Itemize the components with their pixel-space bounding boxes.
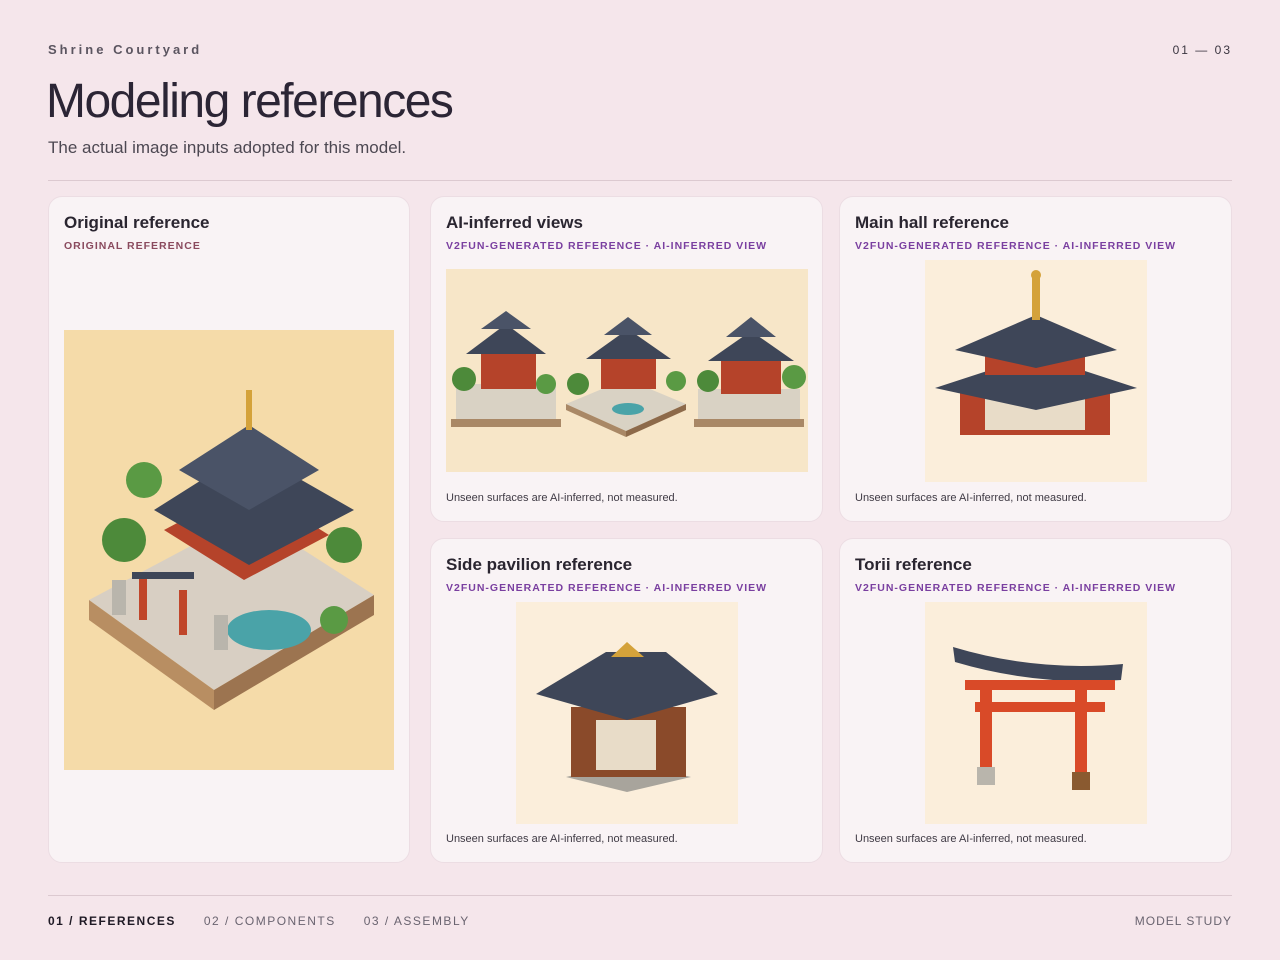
card-tag: ORIGINAL REFERENCE (64, 240, 201, 252)
card-title: Side pavilion reference (446, 555, 633, 574)
card-title: Torii reference (855, 555, 972, 574)
card-note: Unseen surfaces are AI-inferred, not mea… (855, 833, 1087, 845)
card-tag: V2FUN-GENERATED REFERENCE · AI-INFERRED … (855, 240, 1177, 252)
card-title: AI-inferred views (446, 213, 583, 232)
torii-reference-image[interactable] (925, 602, 1147, 824)
card-torii-reference[interactable]: Torii reference V2FUN-GENERATED REFERENC… (839, 538, 1232, 863)
page-subtitle: The actual image inputs adopted for this… (48, 138, 407, 157)
page-counter: 01 — 03 (1172, 43, 1232, 57)
card-title: Original reference (64, 213, 210, 232)
ai-inferred-views-image[interactable] (446, 269, 808, 472)
card-tag: V2FUN-GENERATED REFERENCE · AI-INFERRED … (446, 582, 768, 594)
original-reference-image[interactable] (64, 330, 394, 770)
card-title: Main hall reference (855, 213, 1010, 232)
card-main-hall-reference[interactable]: Main hall reference V2FUN-GENERATED REFE… (839, 196, 1232, 522)
card-tag: V2FUN-GENERATED REFERENCE · AI-INFERRED … (446, 240, 768, 252)
brand-label: MODEL STUDY (1134, 914, 1232, 928)
card-tag: V2FUN-GENERATED REFERENCE · AI-INFERRED … (855, 582, 1177, 594)
card-side-pavilion-reference[interactable]: Side pavilion reference V2FUN-GENERATED … (430, 538, 823, 863)
card-original-reference[interactable]: Original reference ORIGINAL REFERENCE (48, 196, 410, 863)
nav-item-components[interactable]: 02 / COMPONENTS (204, 914, 336, 928)
card-note: Unseen surfaces are AI-inferred, not mea… (446, 833, 678, 845)
card-note: Unseen surfaces are AI-inferred, not mea… (446, 492, 678, 504)
nav-item-references[interactable]: 01 / REFERENCES (48, 914, 176, 928)
card-note: Unseen surfaces are AI-inferred, not mea… (855, 492, 1087, 504)
card-ai-inferred-views[interactable]: AI-inferred views V2FUN-GENERATED REFERE… (430, 196, 823, 522)
side-pavilion-reference-image[interactable] (516, 602, 738, 824)
nav-item-assembly[interactable]: 03 / ASSEMBLY (364, 914, 470, 928)
eyebrow: Shrine Courtyard (48, 42, 203, 57)
section-nav: 01 / REFERENCES 02 / COMPONENTS 03 / ASS… (48, 914, 470, 928)
main-hall-reference-image[interactable] (925, 260, 1147, 482)
top-divider (48, 180, 1232, 181)
page-title: Modeling references (46, 75, 454, 128)
bottom-divider (48, 895, 1232, 896)
